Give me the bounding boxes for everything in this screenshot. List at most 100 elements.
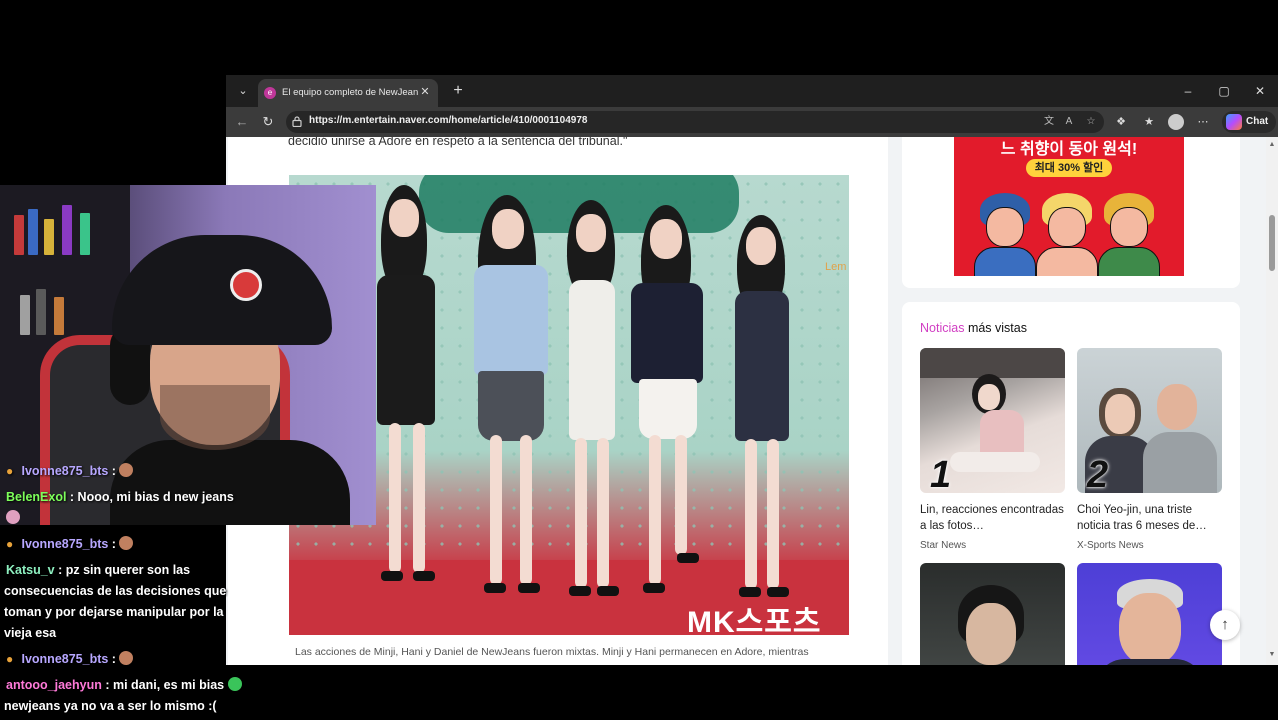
- streamer-cap: [112, 235, 332, 345]
- more-menu-icon[interactable]: ⋯: [1194, 113, 1212, 131]
- chat-message-4-cont-2: toman y por dejarse manipular por la: [4, 602, 224, 623]
- chat-username: Ivonne875_bts: [21, 464, 109, 478]
- tab-title: El equipo completo de NewJeans: [282, 87, 418, 98]
- address-bar[interactable]: https://m.entertain.naver.com/home/artic…: [286, 111, 1104, 133]
- favorite-star-icon[interactable]: ☆: [1084, 115, 1098, 129]
- tab-list-chevron-icon[interactable]: ⌄: [232, 81, 254, 101]
- chat-message-2-emote: [6, 508, 20, 529]
- site-info-lock-icon[interactable]: [292, 116, 302, 127]
- streamer-beard: [160, 385, 270, 450]
- browser-toolbar: ← ↻ https://m.entertain.naver.com/home/a…: [226, 107, 1278, 137]
- stream-chat: ● Ivonne875_bts : BelenExol : Nooo, mi b…: [0, 458, 270, 720]
- chat-message-6: antooo_jaehyun : mi dani, es mi bias: [6, 675, 242, 696]
- title-highlight: Noticias: [920, 321, 965, 335]
- chat-text: newjeans ya no va a ser lo mismo :(: [4, 699, 217, 713]
- user-badge-icon: ●: [6, 537, 14, 551]
- chat-username: antooo_jaehyun: [6, 678, 102, 692]
- chat-separator: :: [54, 563, 66, 577]
- scroll-up-arrow-icon[interactable]: ▲: [1268, 141, 1276, 149]
- chat-text: mi dani, es mi bias: [112, 678, 225, 692]
- ad-headline: 느 취향이 동아 원석!: [1000, 141, 1138, 158]
- new-tab-plus-icon[interactable]: +: [448, 81, 468, 101]
- close-window-button[interactable]: ✕: [1248, 81, 1272, 101]
- news-rank-2: 2: [1087, 454, 1109, 496]
- emote-icon: [6, 510, 20, 524]
- chat-text: consecuencias de las decisiones que: [4, 584, 227, 598]
- chat-username: Ivonne875_bts: [21, 652, 109, 666]
- chat-text: Nooo, mi bias d new jeans: [77, 490, 234, 504]
- chat-message-4-cont-3: vieja esa: [4, 623, 56, 644]
- article-quote: decidió unirse a Adore en respeto a la s…: [288, 137, 628, 148]
- ad-figure-1: [974, 193, 1036, 276]
- title-rest: más vistas: [964, 321, 1027, 335]
- chat-separator: :: [101, 678, 113, 692]
- copilot-icon: [1226, 114, 1242, 130]
- scrollbar-thumb[interactable]: [1269, 215, 1275, 271]
- user-badge-icon: ●: [6, 652, 14, 666]
- copilot-chat-button[interactable]: Chat: [1222, 111, 1276, 133]
- chat-username: Ivonne875_bts: [21, 537, 109, 551]
- news-headline-1[interactable]: Lin, reacciones encontradas a las fotos…: [920, 502, 1065, 534]
- reload-icon[interactable]: ↻: [258, 112, 278, 132]
- page-scrollbar[interactable]: ▲ ▼: [1266, 137, 1278, 665]
- profile-avatar[interactable]: [1168, 114, 1184, 130]
- ad-figure-2: [1036, 193, 1098, 276]
- page-viewport[interactable]: decidió unirse a Adore en respeto a la s…: [226, 137, 1266, 665]
- translate-icon[interactable]: 文: [1042, 115, 1056, 129]
- user-badge-icon: ●: [6, 464, 14, 478]
- ad-banner[interactable]: 느 취향이 동아 원석! 최대 30% 할인: [954, 137, 1184, 276]
- chat-message-1: ● Ivonne875_bts :: [6, 461, 134, 482]
- news-thumbnail-3[interactable]: [920, 563, 1065, 665]
- chat-username: Katsu_v: [6, 563, 55, 577]
- url-text: https://m.entertain.naver.com/home/artic…: [309, 115, 588, 126]
- chat-message-6-cont: newjeans ya no va a ser lo mismo :(: [4, 696, 217, 717]
- photo-watermark: MK스포츠: [687, 606, 822, 635]
- stream-screen: ⌄ e El equipo completo de NewJeans ✕ + –…: [0, 0, 1278, 720]
- emote-icon: [119, 536, 134, 550]
- ad-discount-badge: 최대 30% 할인: [1026, 159, 1112, 177]
- photo-caption: Las acciones de Minji, Hani y Daniel de …: [295, 646, 809, 658]
- restore-button[interactable]: ▢: [1212, 81, 1236, 101]
- chat-separator: :: [108, 652, 120, 666]
- chat-text: pz sin querer son las: [65, 563, 191, 577]
- news-source-1: Star News: [920, 540, 967, 551]
- extensions-icon[interactable]: ❖: [1112, 113, 1130, 131]
- ad-card: 느 취향이 동아 원석! 최대 30% 할인: [902, 137, 1240, 288]
- emote-icon: [119, 651, 134, 665]
- scroll-to-top-button[interactable]: ↑: [1210, 610, 1240, 640]
- most-viewed-news-card: Noticias más vistas 1 Lin, reacciones en…: [902, 302, 1240, 665]
- chat-separator: :: [108, 464, 120, 478]
- read-aloud-icon[interactable]: A: [1062, 115, 1076, 129]
- emote-icon: [119, 463, 134, 477]
- news-thumbnail-4[interactable]: [1077, 563, 1222, 665]
- scroll-down-arrow-icon[interactable]: ▼: [1268, 651, 1276, 659]
- right-sidebar: 느 취향이 동아 원석! 최대 30% 할인 Noticias más vist…: [902, 137, 1240, 665]
- cap-logo-icon: [230, 269, 262, 301]
- chat-username: BelenExol: [6, 490, 67, 504]
- back-arrow-icon[interactable]: ←: [232, 112, 252, 132]
- chat-message-4: Katsu_v : pz sin querer son las: [6, 560, 190, 581]
- favorites-icon[interactable]: ★: [1140, 113, 1158, 131]
- emote-icon: [227, 677, 242, 691]
- tab-close-icon[interactable]: ✕: [418, 85, 432, 99]
- chat-label: Chat: [1246, 116, 1269, 127]
- photo-side-mark: Lem: [825, 261, 847, 273]
- most-viewed-title: Noticias más vistas: [920, 321, 1027, 335]
- ad-figure-3: [1098, 193, 1160, 276]
- chat-text: toman y por dejarse manipular por la: [4, 605, 224, 619]
- news-headline-2[interactable]: Choi Yeo-jin, una triste noticia tras 6 …: [1077, 502, 1222, 534]
- chat-separator: :: [66, 490, 78, 504]
- minimize-button[interactable]: –: [1176, 81, 1200, 101]
- browser-window: ⌄ e El equipo completo de NewJeans ✕ + –…: [226, 75, 1278, 665]
- tab-bar: ⌄ e El equipo completo de NewJeans ✕ + –…: [226, 75, 1278, 107]
- news-rank-1: 1: [930, 454, 952, 496]
- chat-message-5: ● Ivonne875_bts :: [6, 649, 134, 670]
- site-favicon-icon: e: [264, 87, 276, 99]
- chat-separator: :: [108, 537, 120, 551]
- chat-message-3: ● Ivonne875_bts :: [6, 534, 134, 555]
- tab-active[interactable]: e El equipo completo de NewJeans ✕: [258, 79, 438, 107]
- chat-message-4-cont-1: consecuencias de las decisiones que: [4, 581, 226, 602]
- news-source-2: X-Sports News: [1077, 540, 1144, 551]
- chat-message-2: BelenExol : Nooo, mi bias d new jeans: [6, 487, 234, 508]
- chat-text: vieja esa: [4, 626, 57, 640]
